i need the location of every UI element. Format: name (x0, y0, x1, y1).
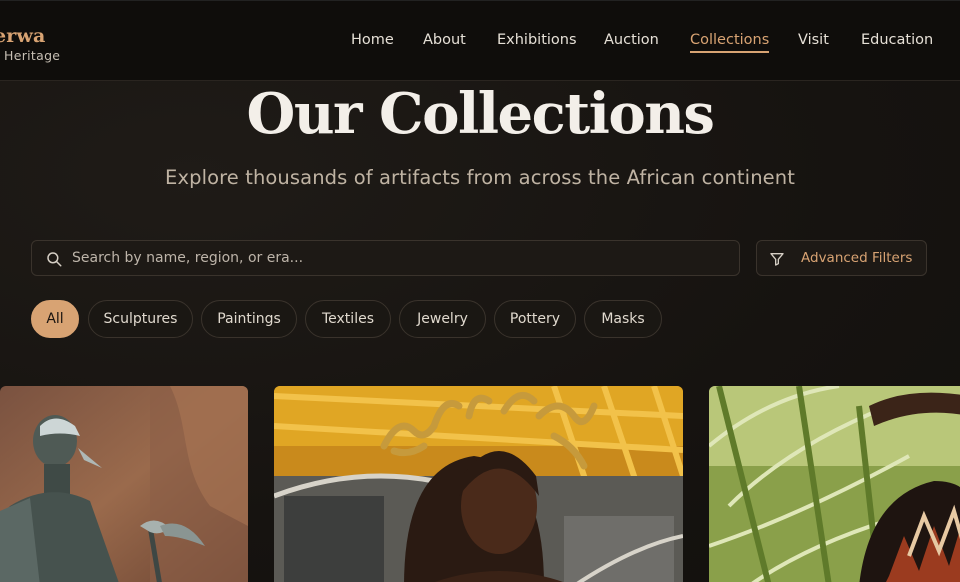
nav-visit[interactable]: Visit (798, 32, 829, 48)
filter-icon (770, 253, 784, 266)
chip-sculptures[interactable]: Sculptures (88, 300, 193, 338)
collection-card-mask[interactable] (709, 386, 960, 582)
nav-exhibitions[interactable]: Exhibitions (497, 32, 577, 48)
chip-masks[interactable]: Masks (584, 300, 662, 338)
mask-image (709, 386, 960, 582)
chip-pottery[interactable]: Pottery (494, 300, 576, 338)
chip-all[interactable]: All (31, 300, 79, 338)
advanced-filters-label: Advanced Filters (801, 250, 913, 266)
nav-auction[interactable]: Auction (604, 32, 659, 48)
statue-image (0, 386, 248, 582)
portrait-image (274, 386, 683, 582)
search-input[interactable] (72, 241, 732, 275)
page-title: Our Collections (246, 81, 715, 147)
nav-home[interactable]: Home (351, 32, 394, 48)
search-icon (47, 252, 62, 267)
nav-education[interactable]: Education (861, 32, 933, 48)
nav-collections[interactable]: Collections (690, 32, 770, 53)
page-subtitle: Explore thousands of artifacts from acro… (165, 166, 795, 189)
site-header: erwa Heritage Home About Exhibitions Auc… (0, 0, 960, 81)
main-nav: Home About Exhibitions Auction Collectio… (0, 32, 960, 56)
collection-card-statue[interactable] (0, 386, 248, 582)
nav-about[interactable]: About (423, 32, 466, 48)
chip-jewelry[interactable]: Jewelry (399, 300, 486, 338)
collection-card-portrait[interactable] (274, 386, 683, 582)
chip-paintings[interactable]: Paintings (201, 300, 297, 338)
chip-textiles[interactable]: Textiles (305, 300, 391, 338)
advanced-filters-button[interactable]: Advanced Filters (756, 240, 927, 276)
search-bar (31, 240, 740, 276)
